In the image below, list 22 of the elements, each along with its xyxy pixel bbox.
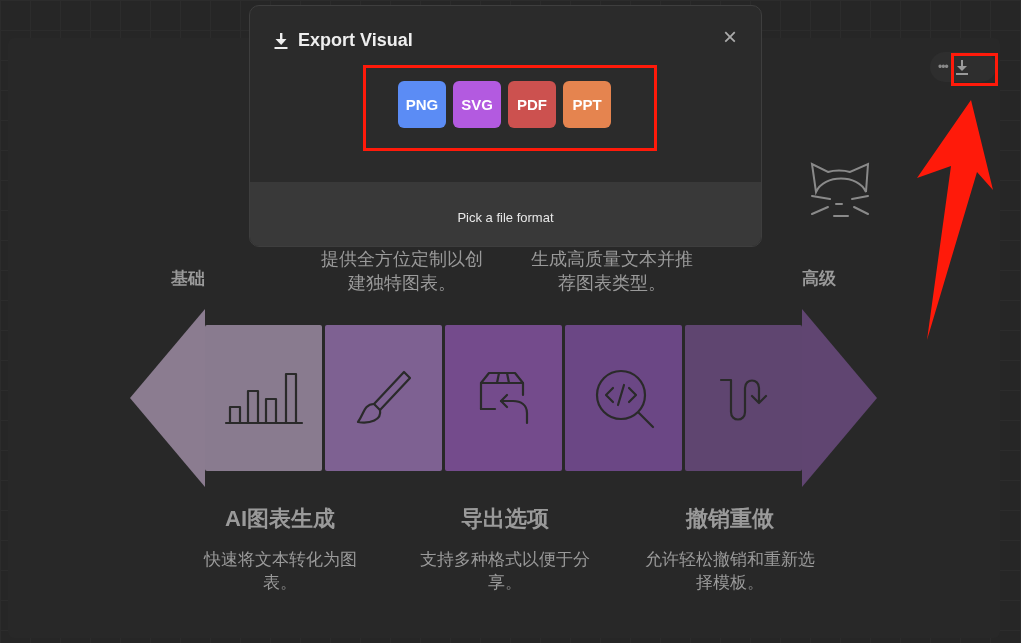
level-label: 高级 xyxy=(802,268,836,290)
feature-description: 快速将文本转化为图表。 xyxy=(202,549,358,594)
download-icon xyxy=(953,59,970,75)
close-button[interactable]: × xyxy=(723,26,737,47)
format-button[interactable]: PPT xyxy=(563,81,611,128)
description-text: 生成高质量文本并推荐图表类型。 xyxy=(530,248,694,295)
feature-description: 支持多种格式以便于分享。 xyxy=(419,549,591,594)
feature-title: 导出选项 xyxy=(461,505,549,533)
level-label: 基础 xyxy=(171,268,205,290)
highlight-overlay xyxy=(951,53,998,86)
format-button[interactable]: PNG xyxy=(398,81,446,128)
download-icon xyxy=(274,32,288,49)
feature-description: 允许轻松撤销和重新选择模板。 xyxy=(644,549,816,594)
hint-text: Pick a file format xyxy=(457,209,554,225)
format-button[interactable]: PDF xyxy=(508,81,556,128)
feature-title: AI图表生成 xyxy=(225,505,335,533)
bar-chart-icon xyxy=(223,370,304,426)
dialog-title: Export Visual xyxy=(298,30,414,51)
more-button[interactable]: ••• xyxy=(938,60,948,74)
format-button[interactable]: SVG xyxy=(453,81,501,128)
description-text: 提供全方位定制以创建独特图表。 xyxy=(320,248,484,295)
feature-title: 撤销重做 xyxy=(686,505,774,533)
